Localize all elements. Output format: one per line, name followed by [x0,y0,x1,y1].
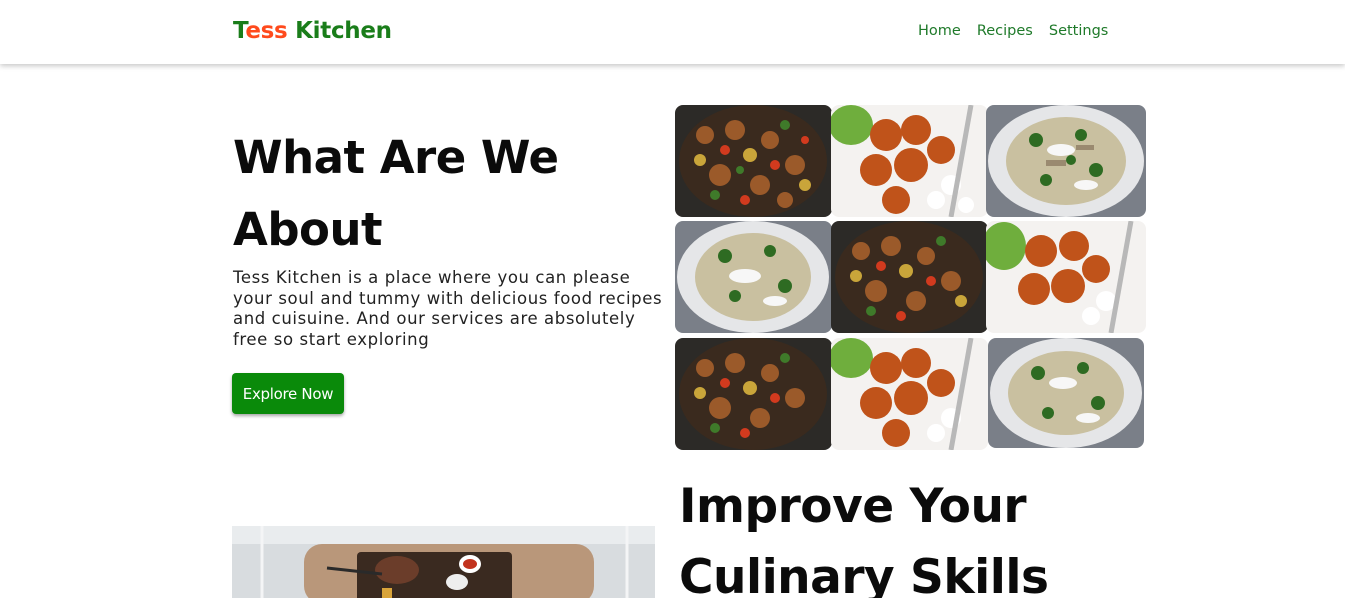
stir-fry-image [675,105,832,217]
nav-home-link[interactable]: Home [918,23,961,39]
sesame-chicken-image [831,105,988,217]
chicken-broccoli-rice-image [988,338,1144,448]
explore-now-button[interactable]: Explore Now [232,373,344,414]
brand-word-kitchen: Kitchen [287,18,392,44]
sesame-chicken-image [831,338,988,450]
brand-letters-ess: ess [245,18,288,44]
stir-fry-image [675,338,832,450]
nav-settings-link[interactable]: Settings [1049,23,1108,39]
navbar: Tess Kitchen Home Recipes Settings [0,0,1345,64]
hero-title: What Are We About [233,131,559,256]
hero-description: Tess Kitchen is a place where you can pl… [233,268,663,349]
steak-board-image [232,526,655,598]
brand-letter-t: T [233,18,246,44]
nav-links: Home Recipes Settings [918,23,1108,39]
stir-fry-image [831,221,988,333]
brand-logo[interactable]: Tess Kitchen [233,18,392,44]
chicken-broccoli-rice-image [986,105,1146,217]
section2-title: Improve Your Culinary Skills [679,479,1049,598]
nav-recipes-link[interactable]: Recipes [977,23,1033,39]
food-image-grid [675,105,1146,450]
chicken-broccoli-rice-image [675,221,832,333]
sesame-chicken-image [986,221,1146,333]
